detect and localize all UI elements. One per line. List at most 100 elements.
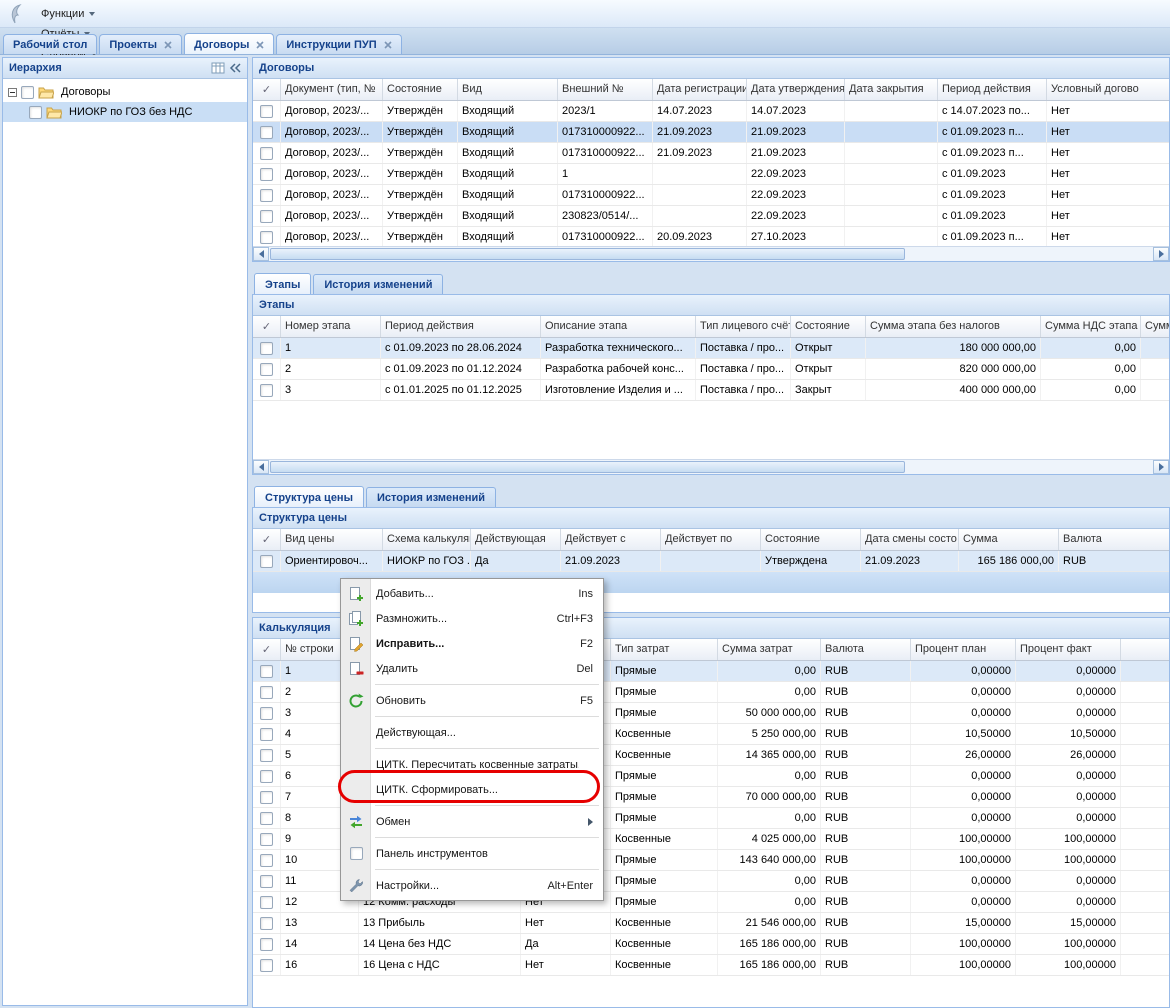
row-checkbox[interactable] — [260, 728, 273, 741]
column-header[interactable]: Состояние — [383, 79, 458, 100]
menu-item-delete[interactable]: Удалить Del — [342, 656, 602, 681]
scroll-thumb[interactable] — [270, 248, 905, 260]
horizontal-scrollbar[interactable] — [253, 246, 1169, 261]
row-checkbox[interactable] — [260, 231, 273, 244]
row-checkbox[interactable] — [260, 210, 273, 223]
main-tab[interactable]: Инструкции ПУП — [276, 34, 401, 54]
table-row[interactable]: 2 с 01.09.2023 по 01.12.2024 Разработка … — [253, 359, 1169, 380]
row-checkbox[interactable] — [260, 168, 273, 181]
row-checkbox[interactable] — [260, 812, 273, 825]
column-header[interactable]: Тип затрат — [611, 639, 718, 660]
column-header[interactable]: Условный догово — [1047, 79, 1169, 100]
row-checkbox[interactable] — [260, 770, 273, 783]
column-header[interactable]: Действует по — [661, 529, 761, 550]
table-row[interactable]: 16 16 Цена с НДС Нет Косвенные 165 186 0… — [253, 955, 1169, 976]
row-checkbox[interactable] — [260, 126, 273, 139]
tree-node-niokr[interactable]: НИОКР по ГОЗ без НДС — [3, 102, 247, 122]
tab-close-icon[interactable] — [384, 41, 392, 49]
menu-item-citk-form[interactable]: ЦИТК. Сформировать... — [342, 777, 602, 802]
scroll-track[interactable] — [269, 460, 1153, 474]
row-checkbox[interactable] — [260, 707, 273, 720]
table-row[interactable]: Договор, 2023/... Утверждён Входящий 017… — [253, 185, 1169, 206]
column-header[interactable]: Вид — [458, 79, 558, 100]
menu-item-exchange[interactable]: Обмен — [342, 809, 602, 834]
column-header[interactable]: Сумма затрат — [718, 639, 821, 660]
grid-view-icon[interactable] — [211, 61, 225, 75]
table-row[interactable]: Договор, 2023/... Утверждён Входящий 202… — [253, 101, 1169, 122]
table-row[interactable]: Договор, 2023/... Утверждён Входящий 017… — [253, 143, 1169, 164]
column-header[interactable]: Валюта — [1059, 529, 1169, 550]
subtab[interactable]: Этапы — [254, 273, 311, 294]
tab-close-icon[interactable] — [256, 41, 264, 49]
row-checkbox[interactable] — [260, 189, 273, 202]
column-header[interactable]: Описание этапа — [541, 316, 696, 337]
table-row[interactable]: Договор, 2023/... Утверждён Входящий 230… — [253, 206, 1169, 227]
column-header[interactable]: Сумм — [1141, 316, 1169, 337]
menu-item-actual[interactable]: Действующая... — [342, 720, 602, 745]
row-checkbox[interactable] — [260, 363, 273, 376]
table-row[interactable]: Договор, 2023/... Утверждён Входящий 017… — [253, 122, 1169, 143]
scroll-right-button[interactable] — [1153, 460, 1169, 474]
column-header[interactable]: Номер этапа — [281, 316, 381, 337]
row-checkbox[interactable] — [260, 686, 273, 699]
row-checkbox[interactable] — [260, 854, 273, 867]
row-checkbox[interactable] — [260, 896, 273, 909]
row-checkbox[interactable] — [260, 791, 273, 804]
collapse-node-icon[interactable] — [8, 88, 17, 97]
main-tab[interactable]: Договоры — [184, 33, 274, 54]
column-header[interactable]: ✓ — [253, 529, 281, 550]
table-row[interactable]: Договор, 2023/... Утверждён Входящий 1 2… — [253, 164, 1169, 185]
column-header[interactable]: Действует с — [561, 529, 661, 550]
tree-checkbox[interactable] — [21, 86, 34, 99]
scroll-left-button[interactable] — [253, 247, 269, 261]
column-header[interactable]: Период действия — [938, 79, 1047, 100]
menubar-item[interactable]: Функции — [32, 4, 118, 24]
row-checkbox[interactable] — [260, 342, 273, 355]
row-checkbox[interactable] — [260, 749, 273, 762]
table-row[interactable]: Ориентировоч... НИОКР по ГОЗ ... Да 21.0… — [253, 551, 1169, 572]
table-row[interactable]: 1 с 01.09.2023 по 28.06.2024 Разработка … — [253, 338, 1169, 359]
column-header[interactable]: Валюта — [821, 639, 911, 660]
column-header[interactable] — [1121, 639, 1169, 660]
column-header[interactable]: Сумма этапа без налогов — [866, 316, 1041, 337]
column-header[interactable]: Период действия — [381, 316, 541, 337]
subtab[interactable]: История изменений — [313, 274, 443, 294]
column-header[interactable]: Вид цены — [281, 529, 383, 550]
subtab[interactable]: Структура цены — [254, 486, 364, 507]
column-header[interactable]: Действующая — [471, 529, 561, 550]
row-checkbox[interactable] — [260, 665, 273, 678]
row-checkbox[interactable] — [260, 147, 273, 160]
tab-close-icon[interactable] — [164, 41, 172, 49]
row-checkbox[interactable] — [260, 959, 273, 972]
menu-item-settings[interactable]: Настройки... Alt+Enter — [342, 873, 602, 898]
column-header[interactable]: Дата смены состо — [861, 529, 959, 550]
row-checkbox[interactable] — [260, 917, 273, 930]
row-checkbox[interactable] — [260, 105, 273, 118]
scroll-right-button[interactable] — [1153, 247, 1169, 261]
row-checkbox[interactable] — [260, 938, 273, 951]
column-header[interactable]: Процент факт — [1016, 639, 1121, 660]
column-header[interactable]: Состояние — [761, 529, 861, 550]
menu-item-refresh[interactable]: Обновить F5 — [342, 688, 602, 713]
column-header[interactable]: Тип лицевого счёт — [696, 316, 791, 337]
row-checkbox[interactable] — [260, 875, 273, 888]
column-header[interactable]: ✓ — [253, 316, 281, 337]
horizontal-scrollbar[interactable] — [253, 459, 1169, 474]
table-row[interactable]: Договор, 2023/... Утверждён Входящий 017… — [253, 227, 1169, 246]
main-tab[interactable]: Проекты — [99, 34, 182, 54]
menu-item-edit[interactable]: Исправить... F2 — [342, 631, 602, 656]
menu-item-toolbar[interactable]: Панель инструментов — [342, 841, 602, 866]
row-checkbox[interactable] — [260, 555, 273, 568]
scroll-thumb[interactable] — [270, 461, 905, 473]
subtab[interactable]: История изменений — [366, 487, 496, 507]
scroll-left-button[interactable] — [253, 460, 269, 474]
table-row[interactable]: 14 14 Цена без НДС Да Косвенные 165 186 … — [253, 934, 1169, 955]
row-checkbox[interactable] — [260, 384, 273, 397]
column-header[interactable]: Сумма НДС этапа — [1041, 316, 1141, 337]
scroll-track[interactable] — [269, 247, 1153, 261]
table-row[interactable]: 3 с 01.01.2025 по 01.12.2025 Изготовлени… — [253, 380, 1169, 401]
menu-item-add[interactable]: Добавить... Ins — [342, 581, 602, 606]
column-header[interactable]: Состояние — [791, 316, 866, 337]
column-header[interactable]: Дата утверждения — [747, 79, 845, 100]
menu-item-citk-recalc[interactable]: ЦИТК. Пересчитать косвенные затраты... — [342, 752, 602, 777]
